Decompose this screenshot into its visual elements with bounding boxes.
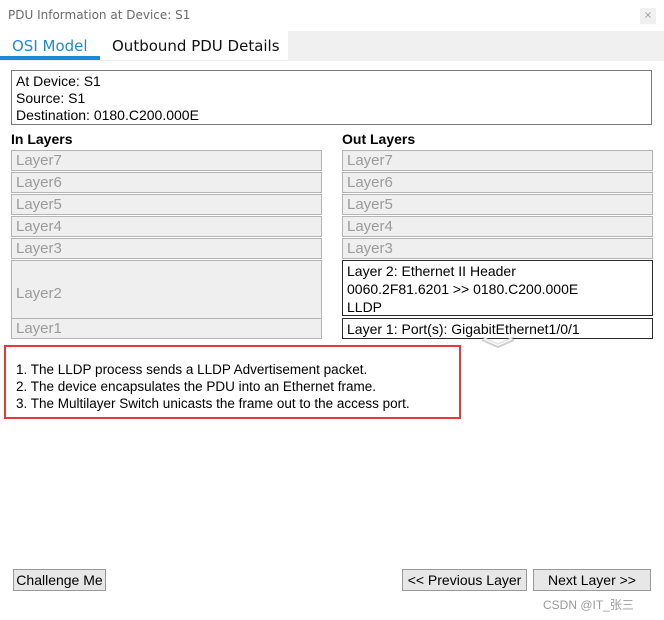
out-layer-2[interactable]: Layer 2: Ethernet II Header 0060.2F81.62…: [342, 260, 653, 316]
window-title: PDU Information at Device: S1: [8, 8, 191, 22]
out-layer-2-title: Layer 2: Ethernet II Header: [347, 263, 516, 279]
chevron-down-icon: [481, 336, 515, 349]
in-layer-3[interactable]: Layer3: [11, 238, 322, 259]
in-layer-2[interactable]: Layer2: [11, 260, 322, 326]
description-box: 1. The LLDP process sends a LLDP Adverti…: [4, 345, 461, 419]
in-layer-5[interactable]: Layer5: [11, 194, 322, 215]
in-layers-heading: In Layers: [11, 131, 73, 147]
destination-text: Destination: 0180.C200.000E: [16, 107, 199, 123]
out-layer-4[interactable]: Layer4: [342, 216, 653, 237]
source-text: Source: S1: [16, 90, 86, 106]
description-line-3: 3. The Multilayer Switch unicasts the fr…: [16, 396, 410, 411]
tab-outbound-pdu-details[interactable]: Outbound PDU Details: [100, 31, 288, 60]
out-layer-6[interactable]: Layer6: [342, 172, 653, 193]
challenge-me-button[interactable]: Challenge Me: [13, 569, 106, 591]
in-layer-7[interactable]: Layer7: [11, 150, 322, 171]
watermark: CSDN @IT_张三: [543, 598, 634, 612]
out-layers-heading: Out Layers: [342, 131, 416, 147]
previous-layer-button[interactable]: << Previous Layer: [402, 569, 527, 591]
next-layer-button[interactable]: Next Layer >>: [533, 569, 651, 591]
at-device-text: At Device: S1: [16, 73, 101, 89]
device-info-box: At Device: S1 Source: S1 Destination: 01…: [11, 70, 652, 125]
out-layer-3[interactable]: Layer3: [342, 238, 653, 259]
out-layer-5[interactable]: Layer5: [342, 194, 653, 215]
tab-selected-indicator: [0, 56, 100, 60]
description-line-1: 1. The LLDP process sends a LLDP Adverti…: [16, 362, 368, 377]
out-layer-7[interactable]: Layer7: [342, 150, 653, 171]
close-icon[interactable]: ×: [640, 8, 656, 24]
in-layer-4[interactable]: Layer4: [11, 216, 322, 237]
out-layer-2-protocol: LLDP: [347, 299, 383, 315]
description-line-2: 2. The device encapsulates the PDU into …: [16, 379, 376, 394]
in-layer-6[interactable]: Layer6: [11, 172, 322, 193]
in-layer-1[interactable]: Layer1: [11, 318, 322, 339]
out-layer-2-addresses: 0060.2F81.6201 >> 0180.C200.000E: [347, 281, 579, 297]
